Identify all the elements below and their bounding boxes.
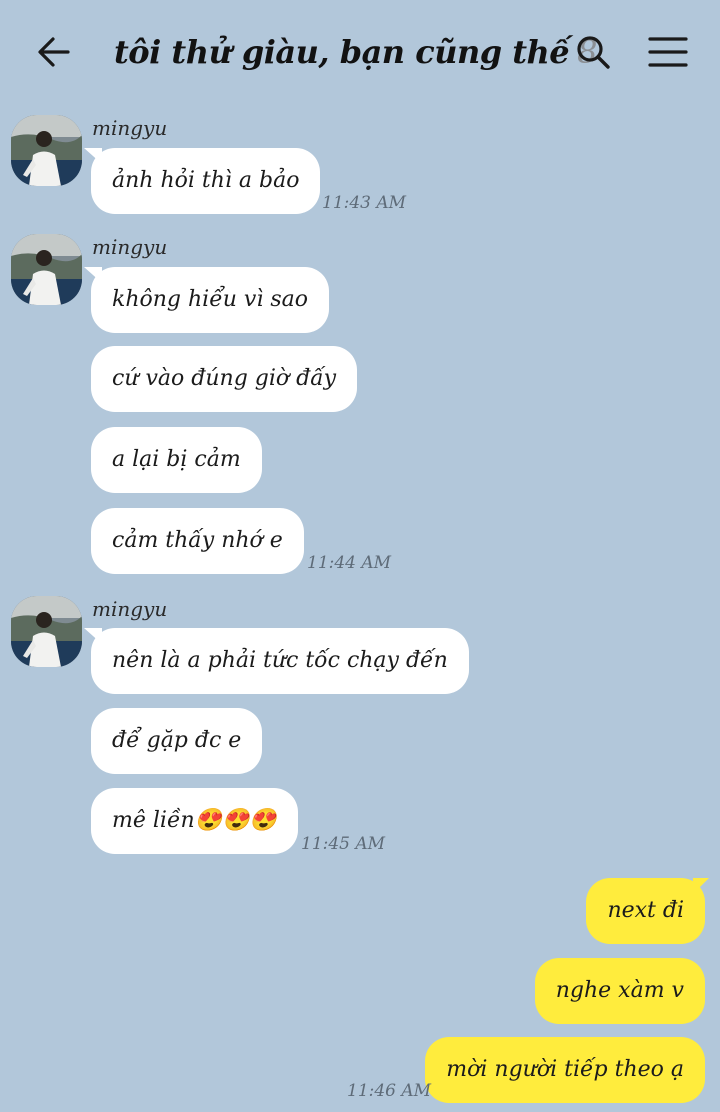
search-icon — [577, 36, 610, 69]
chat-header: tôi thử giàu, bạn cũng thế 8 — [0, 0, 720, 104]
message-timestamp: 11:43 AM — [322, 193, 407, 213]
sender-name: mingyu — [92, 116, 168, 140]
incoming-message[interactable]: cứ vào đúng giờ đấy — [91, 346, 358, 412]
outgoing-message[interactable]: nghe xàm v — [534, 958, 705, 1024]
hamburger-menu-icon — [648, 37, 688, 67]
search-button[interactable] — [565, 24, 621, 80]
chat-title: tôi thử giàu, bạn cũng thế 8 — [114, 28, 597, 76]
outgoing-message[interactable]: next đi — [586, 878, 705, 944]
sender-avatar[interactable] — [11, 234, 82, 305]
back-button[interactable] — [26, 24, 82, 80]
message-timestamp: 11:46 AM — [347, 1081, 432, 1101]
message-timestamp: 11:45 AM — [301, 834, 386, 854]
person-photo-icon — [11, 596, 82, 667]
person-photo-icon — [11, 115, 82, 186]
person-photo-icon — [11, 234, 82, 305]
incoming-message[interactable]: nên là a phải tức tốc chạy đến — [91, 628, 469, 694]
sender-name: mingyu — [92, 235, 168, 259]
message-timestamp: 11:44 AM — [307, 553, 392, 573]
sender-name: mingyu — [92, 597, 168, 621]
sender-avatar[interactable] — [11, 115, 82, 186]
outgoing-message[interactable]: mời người tiếp theo ạ — [425, 1037, 705, 1103]
sender-avatar[interactable] — [11, 596, 82, 667]
incoming-message[interactable]: không hiểu vì sao — [91, 267, 330, 333]
chat-room-name: tôi thử giàu, bạn cũng thế — [114, 33, 570, 71]
incoming-message[interactable]: cảm thấy nhớ e — [91, 508, 304, 574]
incoming-message[interactable]: để gặp đc e — [91, 708, 263, 774]
incoming-message[interactable]: a lại bị cảm — [91, 427, 262, 493]
menu-button[interactable] — [640, 24, 696, 80]
incoming-message[interactable]: ảnh hỏi thì a bảo — [91, 148, 321, 214]
incoming-message[interactable]: mê liền😍😍😍 — [91, 788, 298, 854]
arrow-left-icon — [38, 37, 70, 67]
